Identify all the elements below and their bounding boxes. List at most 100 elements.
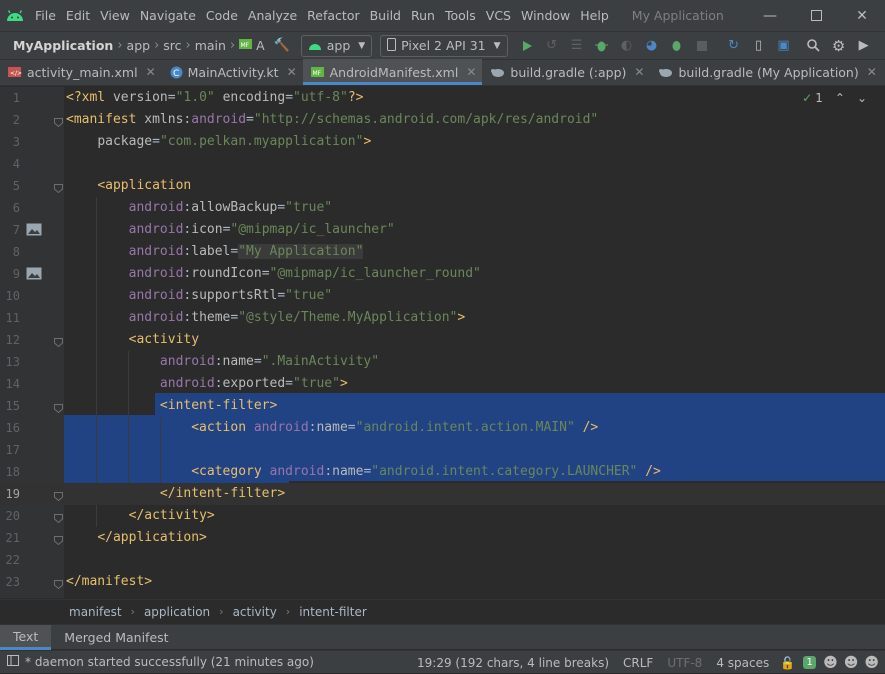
structure-crumb-intent-filter[interactable]: intent-filter [299, 605, 367, 619]
status-message[interactable]: * daemon started successfully (21 minute… [25, 655, 314, 669]
search-icon[interactable] [803, 35, 825, 57]
tab-merged-manifest[interactable]: Merged Manifest [51, 625, 181, 650]
profile-icon[interactable]: ◐ [616, 35, 638, 57]
memory-indicator-icon[interactable]: ☻ [844, 655, 859, 671]
menu-run[interactable]: Run [406, 0, 440, 31]
fold-marker-icon[interactable] [54, 512, 63, 524]
code-line[interactable]: 20 </activity> [0, 505, 885, 527]
structure-crumb-manifest[interactable]: manifest [69, 605, 122, 619]
close-window-icon[interactable]: ✕ [839, 0, 885, 31]
menu-analyze[interactable]: Analyze [243, 0, 302, 31]
device-select[interactable]: Pixel 2 API 31 ▼ [380, 34, 508, 57]
fold-marker-icon[interactable] [54, 182, 63, 194]
tab-androidmanifest-xml[interactable]: MF AndroidManifest.xml ✕ [302, 59, 483, 85]
code-line[interactable]: 23 </manifest> [0, 571, 885, 593]
fold-marker-icon[interactable] [54, 336, 63, 348]
code-line[interactable]: 16 <action android:name="android.intent.… [0, 417, 885, 439]
code-line[interactable]: 21 </application> [0, 527, 885, 549]
close-tab-icon[interactable]: ✕ [287, 65, 297, 79]
code-line[interactable]: 2 <manifest xmlns:android="http://schemas… [0, 109, 885, 131]
menu-tools[interactable]: Tools [440, 0, 481, 31]
menu-refactor[interactable]: Refactor [302, 0, 364, 31]
code-line[interactable]: 10 android:supportsRtl="true" [0, 285, 885, 307]
close-tab-icon[interactable]: ✕ [867, 65, 877, 79]
breadcrumb-app[interactable]: app [127, 38, 151, 53]
sdk-manager-icon[interactable]: ▣ [773, 35, 795, 57]
chevron-up-icon[interactable]: ⌃ [835, 91, 845, 105]
tool-windows-toggle-icon[interactable] [7, 655, 19, 669]
breadcrumb-src[interactable]: src [163, 38, 181, 53]
sync-gradle-icon[interactable]: ↻ [723, 35, 745, 57]
code-line[interactable]: 22 [0, 549, 885, 571]
menu-build[interactable]: Build [365, 0, 406, 31]
menu-code[interactable]: Code [201, 0, 243, 31]
code-line[interactable]: 3 package="com.pelkan.myapplication"> [0, 131, 885, 153]
fold-marker-icon[interactable] [54, 534, 63, 546]
structure-crumb-application[interactable]: application [144, 605, 210, 619]
stop-icon[interactable] [691, 35, 713, 57]
chevron-down-icon[interactable]: ⌄ [857, 91, 867, 105]
code-line[interactable]: 8 android:label="My Application" [0, 241, 885, 263]
smiley-feedback-icon[interactable]: ☻ [823, 655, 838, 671]
code-line[interactable]: 4 [0, 153, 885, 175]
maximize-icon[interactable] [793, 0, 839, 31]
run-configuration-select[interactable]: app ▼ [300, 34, 373, 57]
event-log-icon[interactable]: ☻ [864, 655, 879, 671]
attach-debugger-icon[interactable] [666, 35, 688, 57]
fold-marker-icon[interactable] [54, 116, 63, 128]
line-separator[interactable]: CRLF [623, 656, 653, 670]
menu-vcs[interactable]: VCS [481, 0, 516, 31]
caret-position[interactable]: 19:29 (192 chars, 4 line breaks) [417, 656, 609, 670]
code-line[interactable]: 11 android:theme="@style/Theme.MyApplica… [0, 307, 885, 329]
fold-marker-icon[interactable] [54, 402, 63, 414]
indent-setting[interactable]: 4 spaces [716, 656, 769, 670]
menu-view[interactable]: View [95, 0, 135, 31]
code-editor[interactable]: 1 <?xml version="1.0" encoding="utf-8"?> 2… [0, 87, 885, 598]
inspection-widget[interactable]: ✓ 1 ⌃ ⌄ [802, 91, 867, 105]
code-line[interactable]: 9 android:roundIcon="@mipmap/ic_launcher… [0, 263, 885, 285]
tab-mainactivity-kt[interactable]: C MainActivity.kt ✕ [162, 59, 303, 85]
run-icon[interactable] [516, 35, 538, 57]
image-preview-icon[interactable] [26, 223, 44, 237]
code-line[interactable]: 13 android:name=".MainActivity" [0, 351, 885, 373]
breadcrumb-file[interactable]: A [256, 38, 265, 53]
close-tab-icon[interactable]: ✕ [634, 65, 644, 79]
code-line[interactable]: 15 <intent-filter> [0, 395, 885, 417]
code-line[interactable]: 7 android:icon="@mipmap/ic_launcher" [0, 219, 885, 241]
notification-badge[interactable]: 1 [803, 656, 817, 669]
fold-marker-icon[interactable] [54, 578, 63, 590]
tab-build-gradle-my-application[interactable]: build.gradle (My Application) ✕ [650, 59, 882, 85]
breadcrumb-project[interactable]: MyApplication [13, 38, 113, 53]
code-line[interactable]: 12 <activity [0, 329, 885, 351]
code-line[interactable]: 5 <application [0, 175, 885, 197]
menu-window[interactable]: Window [516, 0, 575, 31]
file-encoding[interactable]: UTF-8 [667, 656, 702, 670]
tab-text[interactable]: Text [0, 624, 52, 650]
minimize-icon[interactable]: — [747, 0, 793, 31]
tab-build-gradle-app[interactable]: build.gradle (:app) ✕ [482, 59, 650, 85]
make-project-hammer-icon[interactable]: 🔨 [271, 35, 293, 57]
close-tab-icon[interactable]: ✕ [146, 65, 156, 79]
close-tab-icon[interactable]: ✕ [466, 65, 476, 79]
code-line[interactable]: 1 <?xml version="1.0" encoding="utf-8"?> [0, 87, 885, 109]
device-manager-icon[interactable]: ▯ [748, 35, 770, 57]
fold-marker-icon[interactable] [54, 490, 63, 502]
apply-code-changes-icon[interactable]: ☰ [566, 35, 588, 57]
menu-help[interactable]: Help [575, 0, 614, 31]
tab-activity-main-xml[interactable]: </> activity_main.xml ✕ [0, 59, 162, 85]
menu-file[interactable]: File [30, 0, 61, 31]
apply-changes-icon[interactable]: ↺ [541, 35, 563, 57]
structure-crumb-activity[interactable]: activity [233, 605, 277, 619]
menu-edit[interactable]: Edit [61, 0, 95, 31]
code-line[interactable]: 17 [0, 439, 885, 461]
code-line[interactable]: 19 </intent-filter> [0, 483, 885, 505]
lock-icon[interactable]: 🔓 [780, 656, 795, 670]
image-preview-icon[interactable] [26, 267, 44, 281]
code-line[interactable]: 18 <category android:name="android.inten… [0, 461, 885, 483]
profiler-gauge-icon[interactable]: ◕ [641, 35, 663, 57]
menu-navigate[interactable]: Navigate [135, 0, 201, 31]
breadcrumb-main[interactable]: main [195, 38, 226, 53]
settings-gear-icon[interactable]: ⚙ [828, 35, 850, 57]
code-line[interactable]: 6 android:allowBackup="true" [0, 197, 885, 219]
code-line[interactable]: 14 android:exported="true"> [0, 373, 885, 395]
